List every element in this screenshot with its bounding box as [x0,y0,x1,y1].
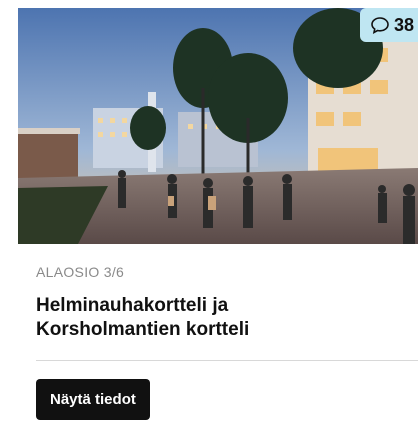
speech-bubble-icon [370,15,390,35]
project-rendering-image[interactable] [18,8,418,244]
project-card: 38 ALAOSIO 3/6 Helminauhakortteli ja Kor… [18,0,418,430]
subarea-label: ALAOSIO 3/6 [36,264,125,280]
comment-count-badge[interactable]: 38 [359,8,418,42]
show-details-button[interactable]: Näytä tiedot [36,379,150,420]
card-title-line-2: Korsholmantien kortteli [36,319,250,340]
card-title-line-1: Helminauhakortteli ja [36,295,229,316]
rendering-illustration [18,8,418,244]
comment-count: 38 [393,14,414,35]
divider [36,360,418,361]
card-title: Helminauhakortteli ja Korsholmantien kor… [36,294,396,342]
